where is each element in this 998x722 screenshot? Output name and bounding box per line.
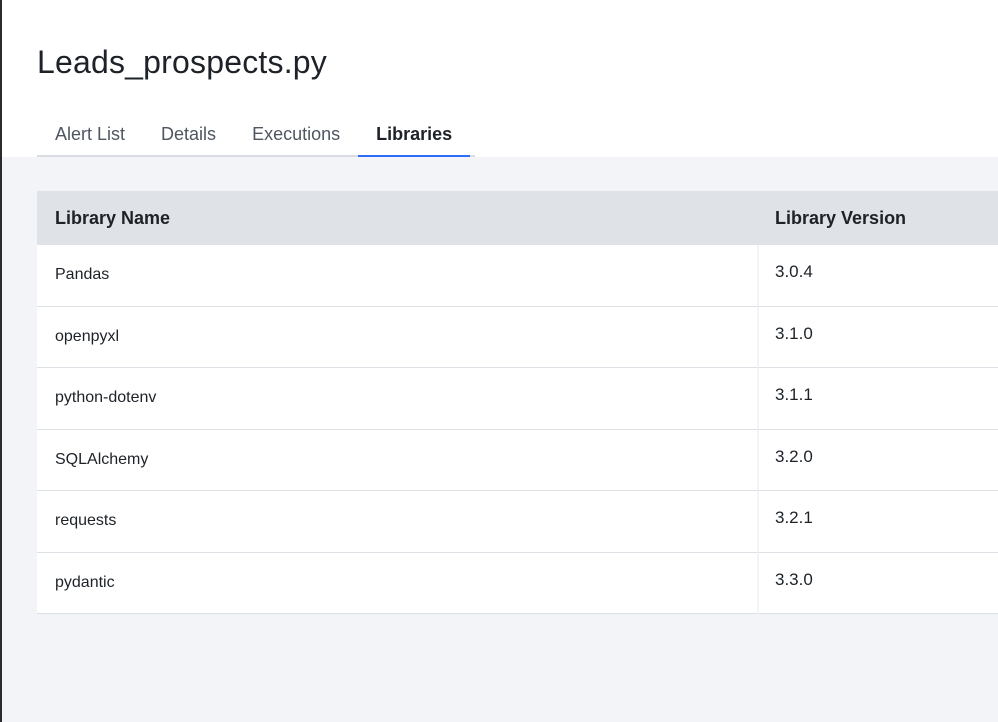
table-row: openpyxl 3.1.0: [37, 306, 998, 368]
library-version-cell: 3.2.0: [757, 429, 998, 491]
page-header: Leads_prospects.py Alert List Details Ex…: [2, 0, 998, 157]
table-row: SQLAlchemy 3.2.0: [37, 429, 998, 491]
library-version-cell: 3.3.0: [757, 552, 998, 614]
library-version-cell: 3.1.1: [757, 368, 998, 430]
library-name-cell: pydantic: [37, 552, 757, 614]
table-row: requests 3.2.1: [37, 491, 998, 553]
library-name-cell: Pandas: [37, 245, 757, 307]
library-version-column-header[interactable]: Library Version: [757, 191, 998, 245]
tab-details[interactable]: Details: [143, 114, 234, 155]
tab-alert-list[interactable]: Alert List: [37, 114, 143, 155]
tab-executions[interactable]: Executions: [234, 114, 358, 155]
page-title: Leads_prospects.py: [37, 44, 328, 80]
tab-bar: Alert List Details Executions Libraries: [37, 114, 475, 157]
library-name-cell: SQLAlchemy: [37, 429, 757, 491]
library-name-cell: python-dotenv: [37, 368, 757, 430]
library-version-cell: 3.2.1: [757, 491, 998, 553]
table-row: pydantic 3.3.0: [37, 552, 998, 614]
library-version-cell: 3.0.4: [757, 245, 998, 307]
tab-libraries[interactable]: Libraries: [358, 114, 471, 157]
library-name-cell: requests: [37, 491, 757, 553]
table-row: Pandas 3.0.4: [37, 245, 998, 307]
table-row: python-dotenv 3.1.1: [37, 368, 998, 430]
libraries-table: Library Name Library Version Pandas 3.0.…: [37, 191, 998, 614]
library-version-cell: 3.1.0: [757, 306, 998, 368]
library-name-cell: openpyxl: [37, 306, 757, 368]
library-name-column-header[interactable]: Library Name: [37, 191, 757, 245]
page: Leads_prospects.py Alert List Details Ex…: [0, 0, 998, 722]
table-header-row: Library Name Library Version: [37, 191, 998, 245]
libraries-panel: Library Name Library Version Pandas 3.0.…: [2, 157, 998, 722]
